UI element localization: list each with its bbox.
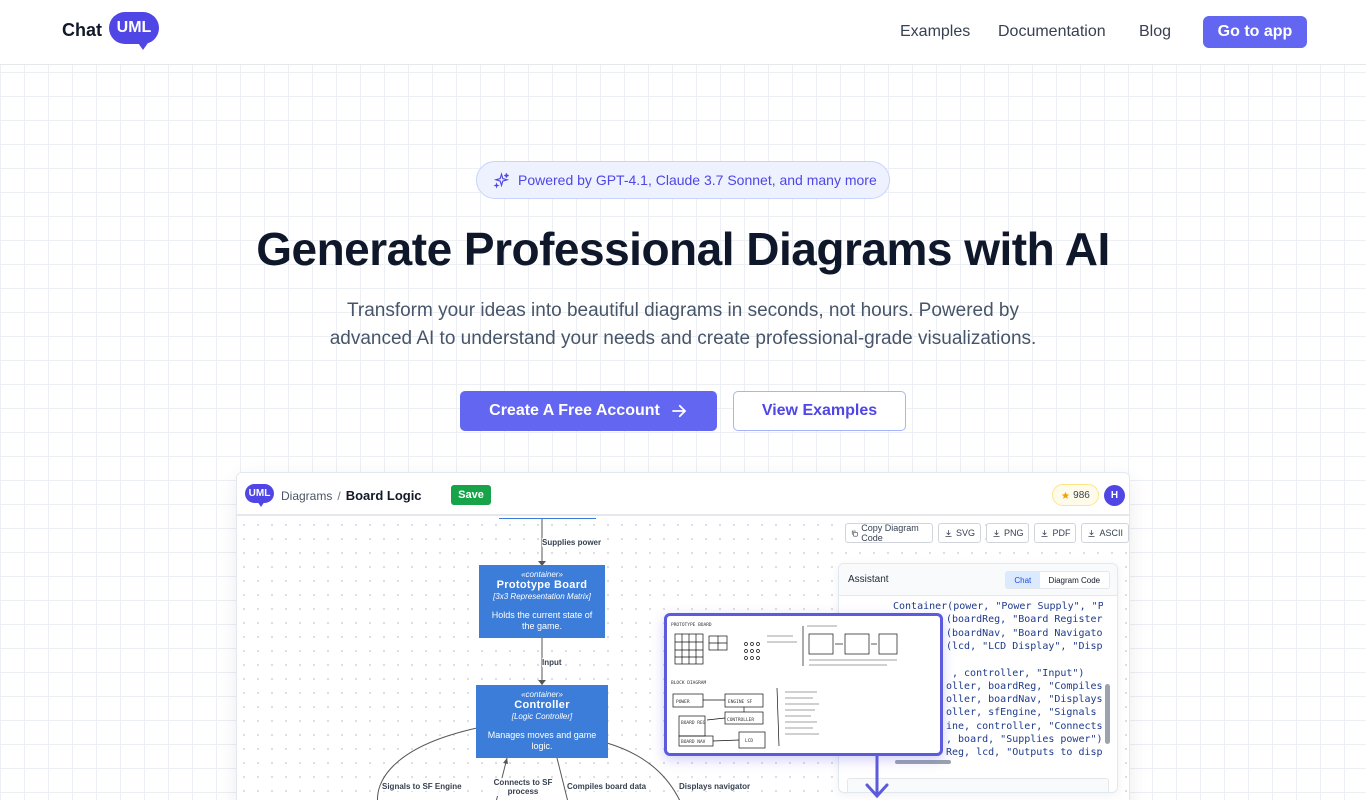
sketch-title-prototype: PROTOTYPE BOARD bbox=[671, 622, 712, 628]
edge-label-displays: Displays navigator bbox=[679, 782, 751, 791]
save-button[interactable]: Save bbox=[451, 485, 491, 505]
export-ascii-label: ASCII bbox=[1099, 528, 1123, 538]
powered-by-badge: Powered by GPT-4.1, Claude 3.7 Sonnet, a… bbox=[476, 161, 890, 199]
code-line: oller, sfEngine, "Signals bbox=[946, 707, 1097, 719]
logo-bubble-tail bbox=[136, 40, 150, 50]
code-line: , board, "Supplies power") bbox=[946, 734, 1103, 745]
export-toolbar: Copy Diagram Code SVG PNG PDF ASCII bbox=[845, 523, 1129, 543]
breadcrumb-diagrams[interactable]: Diagrams bbox=[281, 489, 332, 503]
edge-label-supplies-power: Supplies power bbox=[542, 538, 602, 547]
node1-desc: Holds the current state of the game. bbox=[491, 610, 593, 631]
export-pdf-label: PDF bbox=[1052, 528, 1071, 538]
tab-chat[interactable]: Chat bbox=[1006, 572, 1040, 588]
node-controller[interactable]: «container» Controller [Logic Controller… bbox=[476, 685, 608, 758]
assistant-header: Assistant Chat Diagram Code bbox=[839, 564, 1117, 596]
code-scrollbar-horizontal[interactable] bbox=[895, 760, 951, 764]
node2-tech: [Logic Controller] bbox=[511, 712, 573, 721]
sketch-block-power: POWER bbox=[676, 699, 690, 705]
code-line: , controller, "Input") bbox=[952, 667, 1085, 679]
powered-by-text: Powered by GPT-4.1, Claude 3.7 Sonnet, a… bbox=[518, 172, 877, 188]
create-account-button[interactable]: Create A Free Account bbox=[460, 391, 717, 431]
node2-name: Controller bbox=[514, 699, 570, 711]
edge-label-connects: Connects to SF process bbox=[489, 778, 557, 796]
nav-documentation-link[interactable]: Documentation bbox=[998, 23, 1106, 41]
export-svg-button[interactable]: SVG bbox=[937, 523, 981, 543]
logo-badge: UML bbox=[109, 12, 159, 44]
go-to-app-button[interactable]: Go to app bbox=[1203, 16, 1307, 48]
nav-examples-link[interactable]: Examples bbox=[900, 23, 970, 41]
export-pdf-button[interactable]: PDF bbox=[1034, 523, 1077, 543]
edge-label-input: Input bbox=[542, 658, 562, 667]
node1-name: Prototype Board bbox=[496, 579, 588, 591]
sketch-drawing: PROTOTYPE BOARD BLOCK DIAGRAM POWER ENGI… bbox=[671, 622, 898, 749]
export-ascii-button[interactable]: ASCII bbox=[1081, 523, 1129, 543]
create-account-label: Create A Free Account bbox=[489, 402, 660, 419]
sketch-title-block: BLOCK DIAGRAM bbox=[671, 680, 707, 686]
sketch-image-card: PROTOTYPE BOARD BLOCK DIAGRAM POWER ENGI… bbox=[664, 613, 943, 756]
arrow-right-icon bbox=[671, 404, 686, 418]
copy-diagram-code-button[interactable]: Copy Diagram Code bbox=[845, 523, 933, 543]
sketch-block-engine: ENGINE SF bbox=[728, 699, 753, 705]
code-line: (boardReg, "Board Register bbox=[946, 614, 1103, 626]
copy-diagram-code-label: Copy Diagram Code bbox=[861, 523, 919, 543]
code-line: oller, boardReg, "Compiles bbox=[946, 680, 1103, 692]
code-line: oller, boardNav, "Displays bbox=[946, 694, 1103, 706]
down-arrow-icon bbox=[865, 755, 889, 799]
code-line: Reg, lcd, "Outputs to disp bbox=[946, 747, 1103, 759]
hero-subtitle: Transform your ideas into beautiful diag… bbox=[283, 297, 1083, 353]
sketch-block-controller: CONTROLLER bbox=[727, 717, 754, 723]
preview-toolbar: UML Diagrams / Board Logic Save 986 H bbox=[237, 473, 1129, 516]
preview-logo-tail bbox=[257, 501, 265, 507]
hero-subtitle-line1: Transform your ideas into beautiful diag… bbox=[346, 300, 1020, 321]
export-png-label: PNG bbox=[1003, 528, 1024, 538]
nav-documentation[interactable]: Documentation bbox=[998, 16, 1106, 48]
export-svg-label: SVG bbox=[955, 528, 975, 538]
sketch-block-board-nav: BOARD NAV bbox=[681, 739, 706, 745]
breadcrumb-current: Board Logic bbox=[345, 488, 422, 503]
logo-word: Chat bbox=[62, 20, 102, 40]
top-navbar: Chat UML Examples Documentation Blog Go … bbox=[0, 0, 1366, 65]
view-examples-button[interactable]: View Examples bbox=[733, 391, 906, 431]
assistant-title: Assistant bbox=[848, 574, 889, 585]
download-icon bbox=[993, 529, 1000, 537]
star-icon bbox=[1061, 491, 1070, 499]
nav-blog[interactable]: Blog bbox=[1139, 16, 1171, 48]
code-line: Container(power, "Power Supply", "P bbox=[893, 601, 1103, 612]
code-line: (lcd, "LCD Display", "Disp bbox=[946, 640, 1103, 652]
code-line: ine, controller, "Connects bbox=[946, 720, 1103, 732]
user-avatar[interactable]: H bbox=[1104, 485, 1125, 506]
hero-subtitle-line2: advanced AI to understand your needs and… bbox=[329, 328, 1037, 349]
code-line: (boardNav, "Board Navigato bbox=[946, 627, 1103, 639]
chatuml-logo[interactable]: Chat UML bbox=[62, 12, 162, 52]
node1-tech: [3x3 Representation Matrix] bbox=[493, 592, 591, 601]
code-scrollbar-vertical[interactable] bbox=[1105, 684, 1110, 744]
sketch-block-board-reg: BOARD REG bbox=[681, 720, 706, 726]
breadcrumb-separator: / bbox=[337, 489, 341, 503]
export-png-button[interactable]: PNG bbox=[985, 523, 1030, 543]
sparkles-icon bbox=[493, 171, 510, 189]
nav-examples[interactable]: Examples bbox=[900, 16, 970, 48]
assistant-tabs: Chat Diagram Code bbox=[1005, 571, 1110, 589]
copy-icon bbox=[851, 530, 858, 537]
download-icon bbox=[1088, 529, 1095, 537]
credits-badge[interactable]: 986 bbox=[1052, 484, 1099, 506]
nav-blog-link[interactable]: Blog bbox=[1139, 23, 1171, 41]
credits-count: 986 bbox=[1073, 489, 1090, 501]
edge-label-signals: Signals to SF Engine bbox=[382, 782, 462, 791]
node-prototype-board[interactable]: «container» Prototype Board [3x3 Represe… bbox=[479, 565, 605, 638]
breadcrumb: Diagrams / Board Logic bbox=[281, 488, 422, 503]
edge-label-compiles: Compiles board data bbox=[567, 782, 647, 791]
download-icon bbox=[1041, 529, 1048, 537]
node2-desc: Manages moves and game logic. bbox=[487, 730, 597, 751]
tab-diagram-code[interactable]: Diagram Code bbox=[1040, 572, 1109, 588]
sketch-block-lcd: LCD bbox=[745, 738, 753, 744]
download-icon bbox=[945, 529, 952, 537]
hero-title: Generate Professional Diagrams with AI bbox=[256, 223, 1110, 275]
